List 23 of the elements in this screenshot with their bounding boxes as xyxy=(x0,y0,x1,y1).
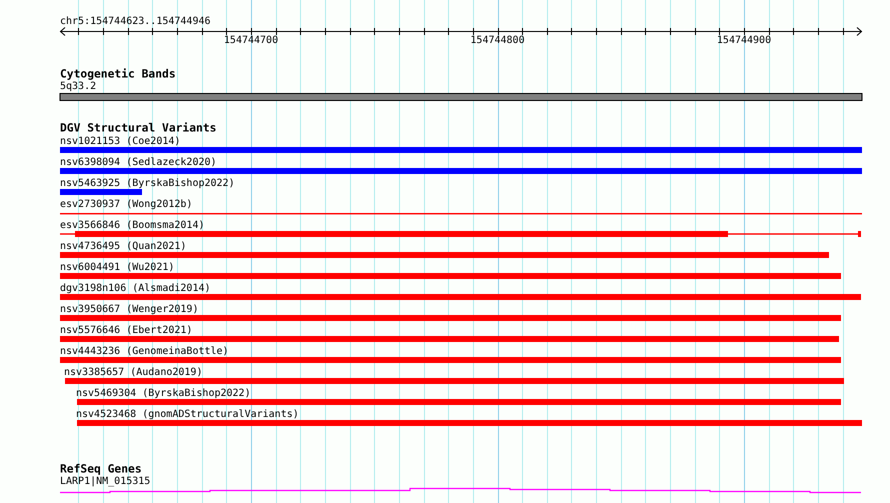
band-label: 5q33.2 xyxy=(60,81,96,92)
variant-label: nsv4736495 (Quan2021) xyxy=(60,241,186,252)
position-label: chr5:154744623..154744946 xyxy=(60,16,211,27)
variant-label: dgv3198n106 (Alsmadi2014) xyxy=(60,283,211,294)
variant-label: esv3566846 (Boomsma2014) xyxy=(60,220,204,231)
variant-label: nsv4523468 (gnomADStructuralVariants) xyxy=(76,409,299,420)
track-title: RefSeq Genes xyxy=(60,462,142,476)
ruler-tick-label: 154744900 xyxy=(716,35,772,46)
ruler-tick-label: 154744700 xyxy=(224,35,278,46)
variant-label: nsv5469304 (ByrskaBishop2022) xyxy=(76,388,251,399)
variant-label: nsv3385657 (Audano2019) xyxy=(64,367,202,378)
variant-label: nsv6004491 (Wu2021) xyxy=(60,262,174,273)
track-title: Cytogenetic Bands xyxy=(60,68,176,80)
track-title: DGV Structural Variants xyxy=(60,122,216,134)
ruler-tick-label: 154744800 xyxy=(470,35,525,46)
variant-label: nsv5576646 (Ebert2021) xyxy=(60,325,192,336)
variant-label: esv2730937 (Wong2012b) xyxy=(60,199,192,210)
variant-label: nsv1021153 (Coe2014) xyxy=(60,136,180,147)
variant-label: nsv5463925 (ByrskaBishop2022) xyxy=(60,178,235,189)
variant-label: nsv3950667 (Wenger2019) xyxy=(60,304,198,315)
variant-label: nsv4443236 (GenomeinaBottle) xyxy=(60,346,229,357)
variant-label: nsv6398094 (Sedlazeck2020) xyxy=(60,157,217,168)
gene-label: LARP1|NM_015315 xyxy=(60,476,150,487)
